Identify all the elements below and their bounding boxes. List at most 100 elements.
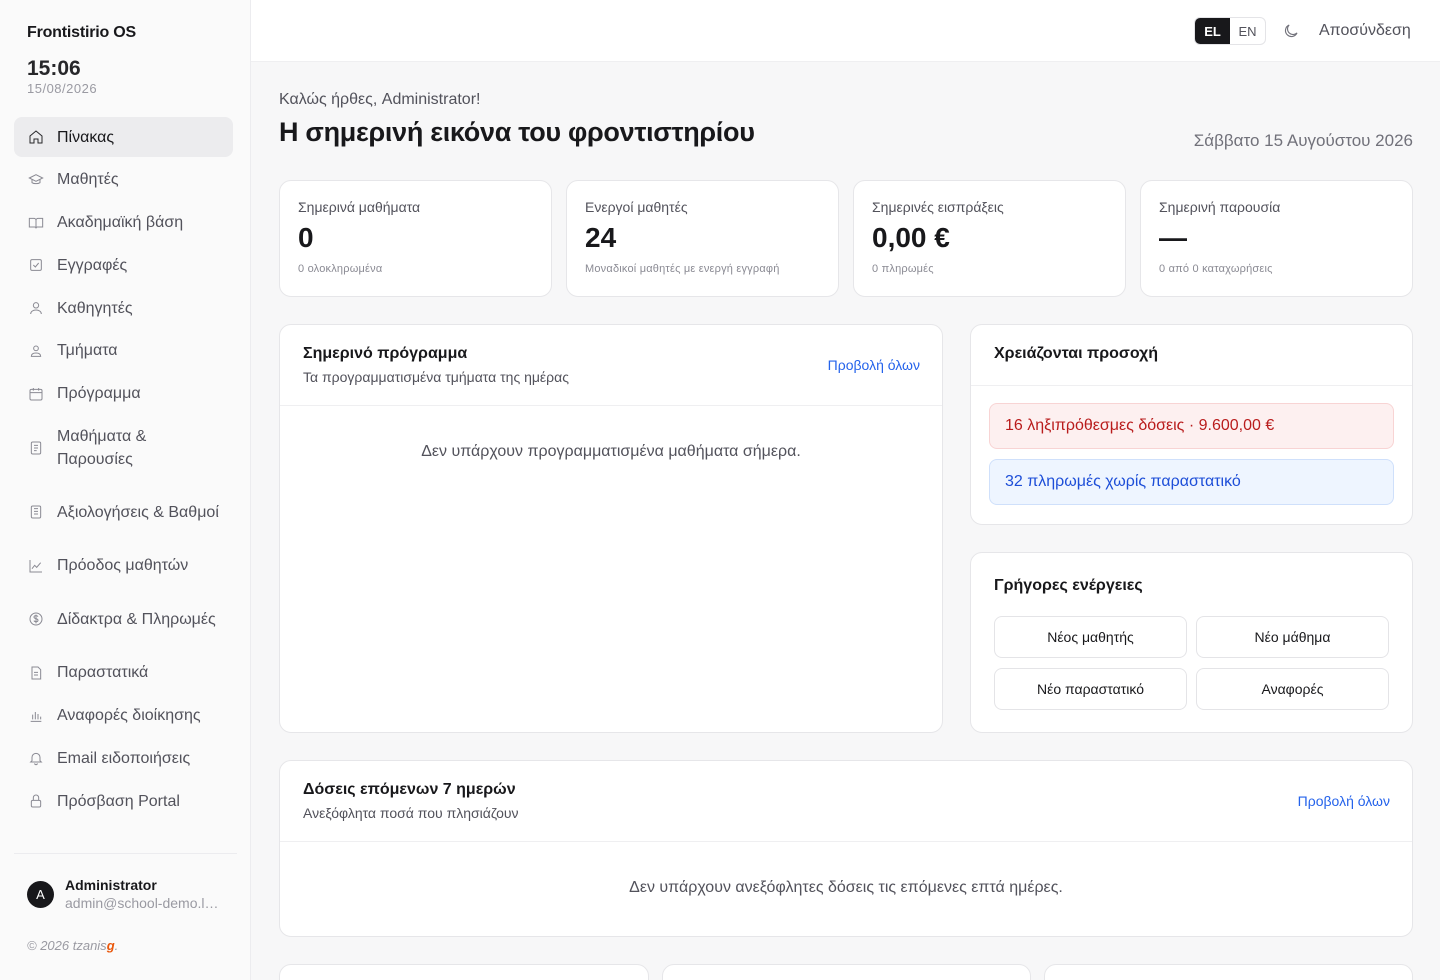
schedule-empty-message: Δεν υπάρχουν προγραμματισμένα μαθήματα σ…: [421, 443, 801, 460]
sidebar-item-label: Πίνακας: [57, 128, 115, 146]
greeting: Καλώς ήρθες, Administrator!: [279, 91, 481, 108]
installments-card: Δόσεις επόμενων 7 ημερών Ανεξόφλητα ποσά…: [279, 760, 1413, 937]
sidebar-item-students[interactable]: Μαθητές: [14, 160, 233, 200]
reports-button[interactable]: Αναφορές: [1196, 668, 1389, 710]
schedule-title: Σημερινό πρόγραμμα: [303, 345, 468, 362]
attention-card: Χρειάζονται προσοχή 16 ληξιπρόθεσμες δόσ…: [970, 324, 1413, 525]
sidebar-item-label: Παραστατικά: [57, 664, 149, 682]
app-name: Frontistirio OS: [27, 24, 137, 41]
sidebar-item-academic-base[interactable]: Ακαδημαϊκή βάση: [14, 203, 233, 243]
user-email: admin@school-demo.local: [65, 895, 223, 911]
stat-sub: Μοναδικοί μαθητές με ενεργή εγγραφή: [585, 263, 780, 275]
stat-value: 0,00 €: [872, 222, 950, 253]
user-icon: [27, 299, 45, 317]
clipboard-icon: [27, 439, 45, 457]
sidebar-nav: Πίνακας Μαθητές Ακαδημαϊκή βάση Εγγραφές…: [14, 117, 233, 837]
lang-el-button[interactable]: EL: [1195, 18, 1230, 44]
schedule-subtitle: Τα προγραμματισμένα τμήματα της ημέρας: [303, 369, 569, 385]
home-icon: [27, 128, 45, 146]
book-open-icon: [27, 214, 45, 232]
sidebar-item-label: Αναφορές διοίκησης: [57, 707, 201, 725]
sidebar-item-teachers[interactable]: Καθηγητές: [14, 288, 233, 328]
copyright-highlight: g: [106, 938, 115, 953]
new-receipt-button[interactable]: Νέο παραστατικό: [994, 668, 1187, 710]
stat-label: Σημερινή παρουσία: [1159, 199, 1281, 215]
users-icon: [27, 342, 45, 360]
quick-actions-title: Γρήγορες ενέργειες: [994, 577, 1143, 594]
installments-view-all-link[interactable]: Προβολή όλων: [1298, 793, 1390, 809]
schedule-view-all-link[interactable]: Προβολή όλων: [828, 357, 920, 373]
stat-card-today-attendance: Σημερινή παρουσία — 0 από 0 καταχωρήσεις: [1140, 180, 1413, 297]
card-divider: [971, 385, 1412, 386]
stat-value: 0: [298, 222, 314, 253]
attention-title: Χρειάζονται προσοχή: [994, 345, 1159, 362]
bar-chart-icon: [27, 707, 45, 725]
new-lesson-button[interactable]: Νέο μάθημα: [1196, 616, 1389, 658]
user-name: Administrator: [65, 877, 157, 893]
copyright: © 2026 tzanisg.: [27, 938, 118, 953]
sidebar-item-lessons-attendance[interactable]: Μαθήματα & Παρουσίες: [14, 417, 233, 479]
lang-en-button[interactable]: EN: [1230, 18, 1265, 44]
lock-icon: [27, 792, 45, 810]
sidebar-item-student-progress[interactable]: Πρόοδος μαθητών: [14, 546, 233, 586]
quick-actions-card: Γρήγορες ενέργειες Νέος μαθητής Νέο μάθη…: [970, 552, 1413, 733]
line-chart-icon: [27, 557, 45, 575]
moon-icon[interactable]: [1282, 22, 1300, 40]
stat-label: Ενεργοί μαθητές: [585, 199, 688, 215]
installments-title: Δόσεις επόμενων 7 ημερών: [303, 781, 516, 798]
clock-time: 15:06: [27, 57, 81, 80]
bell-icon: [27, 749, 45, 767]
stat-label: Σημερινά μαθήματα: [298, 199, 421, 215]
clipboard-list-icon: [27, 503, 45, 521]
check-square-icon: [27, 256, 45, 274]
sidebar-item-label: Πρόοδος μαθητών: [57, 557, 189, 575]
user-profile[interactable]: A Administrator admin@school-demo.local: [27, 877, 223, 911]
sidebar-item-management-reports[interactable]: Αναφορές διοίκησης: [14, 696, 233, 736]
stat-sub: 0 ολοκληρωμένα: [298, 263, 383, 275]
sidebar-item-enrollments[interactable]: Εγγραφές: [14, 245, 233, 285]
stat-value: —: [1159, 222, 1187, 253]
sidebar-item-email-notifications[interactable]: Email ειδοποιήσεις: [14, 738, 233, 778]
dollar-circle-icon: [27, 610, 45, 628]
clock-date: 15/08/2026: [27, 81, 98, 96]
sidebar-item-fees-payments[interactable]: Δίδακτρα & Πληρωμές: [14, 588, 233, 650]
sidebar-item-portal-access[interactable]: Πρόσβαση Portal: [14, 781, 233, 821]
stat-sub: 0 πληρωμές: [872, 263, 934, 275]
bottom-card-1: [279, 964, 649, 980]
schedule-card: Σημερινό πρόγραμμα Τα προγραμματισμένα τ…: [279, 324, 943, 733]
calendar-icon: [27, 385, 45, 403]
graduation-cap-icon: [27, 171, 45, 189]
sidebar-item-label: Ακαδημαϊκή βάση: [57, 214, 184, 232]
sidebar-item-label: Αξιολογήσεις & Βαθμοί: [57, 503, 219, 521]
new-student-button[interactable]: Νέος μαθητής: [994, 616, 1187, 658]
sidebar-item-schedule[interactable]: Πρόγραμμα: [14, 374, 233, 414]
stat-card-active-students: Ενεργοί μαθητές 24 Μοναδικοί μαθητές με …: [566, 180, 839, 297]
sidebar-item-label: Δίδακτρα & Πληρωμές: [57, 610, 216, 628]
sidebar-item-classes[interactable]: Τμήματα: [14, 331, 233, 371]
stat-value: 24: [585, 222, 617, 253]
sidebar-item-assessments-grades[interactable]: Αξιολογήσεις & Βαθμοί: [14, 481, 233, 543]
sidebar-item-label: Εγγραφές: [57, 256, 128, 274]
file-text-icon: [27, 664, 45, 682]
card-divider: [280, 405, 942, 406]
sidebar-item-label: Καθηγητές: [57, 299, 133, 317]
copyright-suffix: .: [114, 938, 119, 953]
installments-subtitle: Ανεξόφλητα ποσά που πλησιάζουν: [303, 805, 519, 821]
page-title: Η σημερινή εικόνα του φροντιστηρίου: [279, 117, 755, 147]
sidebar-item-label: Email ειδοποιήσεις: [57, 749, 191, 767]
sidebar-item-dashboard[interactable]: Πίνακας: [14, 117, 233, 157]
sidebar-item-label: Μαθητές: [57, 171, 119, 189]
overdue-installments-alert[interactable]: 16 ληξιπρόθεσμες δόσεις · 9.600,00 €: [989, 403, 1394, 449]
stat-sub: 0 από 0 καταχωρήσεις: [1159, 263, 1273, 275]
sidebar-divider: [14, 853, 237, 854]
logout-button[interactable]: Αποσύνδεση: [1319, 22, 1411, 40]
payments-without-receipt-alert[interactable]: 32 πληρωμές χωρίς παραστατικό: [989, 459, 1394, 505]
sidebar-item-label: Πρόσβαση Portal: [57, 792, 180, 810]
sidebar-item-label: Τμήματα: [57, 342, 118, 360]
today-date: Σάββατο 15 Αυγούστου 2026: [1193, 131, 1413, 150]
sidebar-item-receipts[interactable]: Παραστατικά: [14, 653, 233, 693]
bottom-card-3: [1044, 964, 1413, 980]
installments-empty-message: Δεν υπάρχουν ανεξόφλητες δόσεις τις επόμ…: [629, 879, 1063, 896]
sidebar: Frontistirio OS 15:06 15/08/2026 Πίνακας…: [0, 0, 251, 980]
language-switcher: EL EN: [1194, 17, 1266, 45]
